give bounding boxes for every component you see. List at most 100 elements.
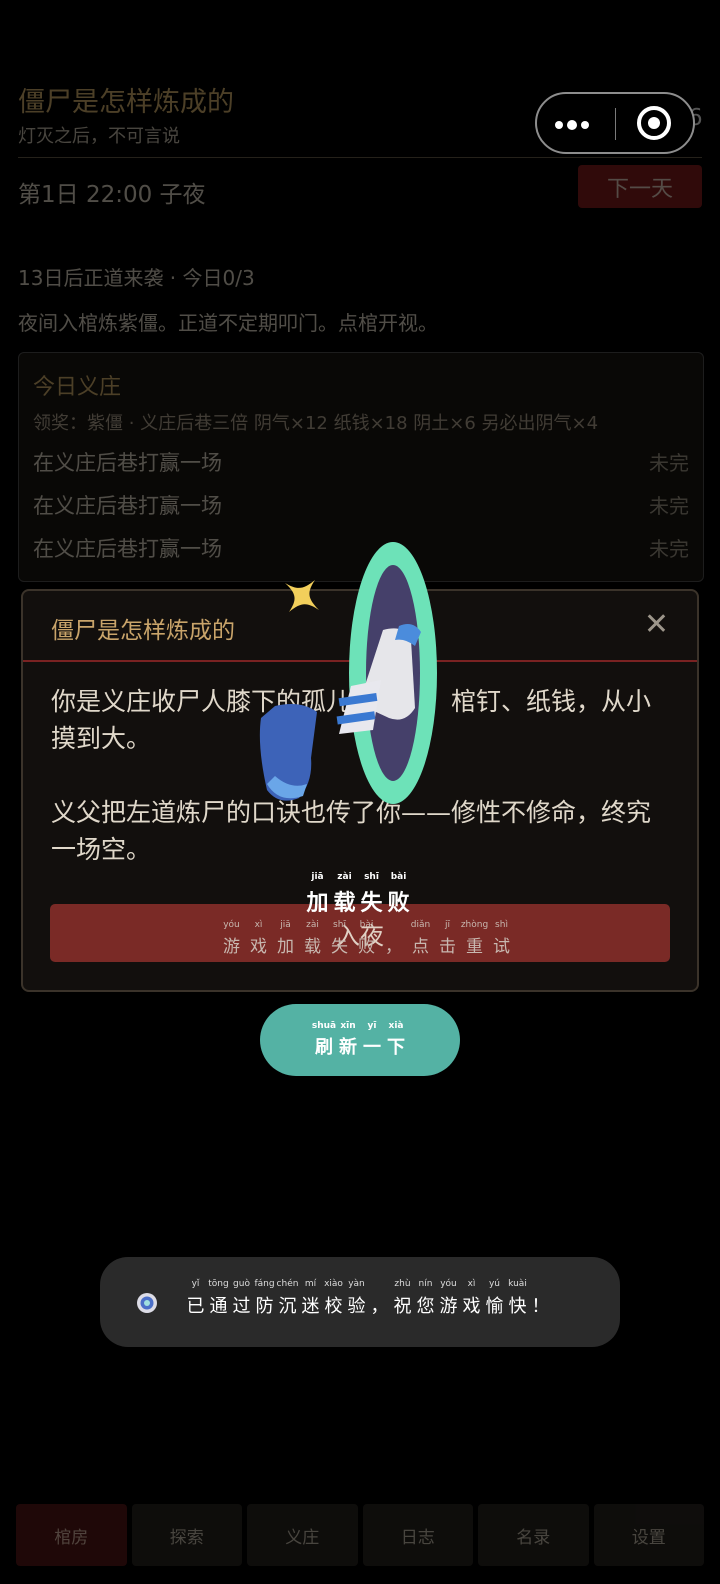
- pinyin: shī: [364, 872, 379, 882]
- hanzi: 过: [232, 1296, 251, 1317]
- pinyin: yóu: [440, 1279, 457, 1289]
- modal-title: 僵尸是怎样炼成的: [51, 618, 235, 644]
- ruby-char: xiào 校: [322, 1279, 345, 1318]
- hanzi: 加: [277, 937, 294, 957]
- ruby-char: shī 失: [326, 920, 353, 957]
- refresh-button-label: shuā 刷 xīn 新 yī 一 xià 下: [312, 1021, 408, 1059]
- load-failed-title: jiā 加 zài 载 shī 失 bài 败: [304, 872, 412, 917]
- hanzi: 新: [339, 1037, 357, 1058]
- hanzi: 重: [466, 937, 483, 957]
- nav-settings[interactable]: 设置: [593, 1504, 704, 1566]
- ruby-char: jiā 加: [272, 920, 299, 957]
- pinyin: guò: [233, 1279, 250, 1289]
- hanzi: 通: [209, 1296, 228, 1317]
- hanzi: ！: [531, 1296, 550, 1317]
- daily-reward: 领奖：紫僵 · 义庄后巷三倍 阴气×12 纸钱×18 阴土×6 另必出阴气×4: [33, 413, 599, 434]
- nav-mortuary[interactable]: 义庄: [247, 1504, 358, 1566]
- ruby-char: nín 您: [414, 1279, 437, 1318]
- capsule-divider: [615, 108, 616, 140]
- hanzi: ，: [370, 1296, 389, 1317]
- ruby-char: chén 沉: [276, 1279, 299, 1318]
- ruby-char: xīn 新: [336, 1021, 360, 1059]
- hanzi: 败: [387, 890, 410, 916]
- task-label: 在义庄后巷打赢一场: [33, 451, 222, 475]
- pinyin: yǐ: [191, 1279, 200, 1289]
- nav-coffin-room[interactable]: 棺房: [16, 1504, 127, 1566]
- refresh-button[interactable]: shuā 刷 xīn 新 yī 一 xià 下: [260, 1004, 460, 1076]
- ruby-char: guò 过: [230, 1279, 253, 1318]
- ruby-char: yī 一: [360, 1021, 384, 1059]
- hanzi: 已: [186, 1296, 205, 1317]
- pinyin: jiā: [280, 920, 291, 930]
- pinyin: zài: [306, 920, 319, 930]
- pinyin: yī: [367, 1021, 377, 1031]
- pinyin: xiào: [324, 1279, 343, 1289]
- hanzi: 快: [508, 1296, 527, 1317]
- ruby-char: yǐ 已: [184, 1279, 207, 1318]
- attack-warning: 13日后正道来袭 · 今日0/3: [18, 266, 255, 290]
- hanzi: 防: [255, 1296, 274, 1317]
- hanzi: 祝: [393, 1296, 412, 1317]
- ruby-char: diǎn 点: [407, 920, 434, 957]
- ruby-char: ！: [529, 1279, 552, 1318]
- load-failed-hint: yóu 游 xì 戏 jiā 加 zài 载 shī 失 bài 败， diǎn 点 jī 击 zhòng 重 sh…: [218, 920, 515, 957]
- pinyin: zhù: [394, 1279, 411, 1289]
- hanzi: 试: [493, 937, 510, 957]
- ruby-char: yóu 游: [218, 920, 245, 957]
- close-miniprogram-icon[interactable]: [637, 106, 671, 140]
- ruby-char: yú 愉: [483, 1279, 506, 1318]
- hanzi: 载: [304, 937, 321, 957]
- pinyin: mí: [304, 1279, 317, 1289]
- hanzi: 败: [358, 937, 375, 957]
- close-icon[interactable]: ✕: [644, 605, 669, 645]
- pinyin: zài: [337, 872, 352, 882]
- next-day-button[interactable]: 下一天: [578, 165, 702, 208]
- ruby-char: shì 试: [488, 920, 515, 957]
- game-subtitle: 灯灭之后，不可言说: [18, 126, 180, 147]
- nav-roster[interactable]: 名录: [478, 1504, 589, 1566]
- ruby-char: shuā 刷: [312, 1021, 336, 1059]
- ruby-char: zài 载: [299, 920, 326, 957]
- hanzi: 点: [412, 937, 429, 957]
- pinyin: xì: [254, 920, 263, 930]
- nav-log[interactable]: 日志: [362, 1504, 473, 1566]
- ruby-char: xì 戏: [245, 920, 272, 957]
- hanzi: 验: [347, 1296, 366, 1317]
- pinyin: nín: [418, 1279, 433, 1289]
- task-row[interactable]: 在义庄后巷打赢一场 未完: [33, 447, 689, 477]
- pinyin: fáng: [254, 1279, 275, 1289]
- pinyin: shì: [495, 920, 508, 930]
- hanzi: 失: [360, 890, 383, 916]
- ruby-char: xì 戏: [460, 1279, 483, 1318]
- ruby-char: mí 迷: [299, 1279, 322, 1318]
- more-menu-icon[interactable]: [555, 114, 615, 134]
- ruby-char: bài 败: [385, 872, 412, 917]
- ruby-char: jiā 加: [304, 872, 331, 917]
- task-row[interactable]: 在义庄后巷打赢一场 未完: [33, 490, 689, 520]
- ruby-char: jī 击: [434, 920, 461, 957]
- ruby-char: yóu 游: [437, 1279, 460, 1318]
- hanzi: 刷: [315, 1037, 333, 1058]
- ruby-char: fáng 防: [253, 1279, 276, 1318]
- pinyin: yóu: [223, 920, 240, 930]
- ruby-char: xià 下: [384, 1021, 408, 1059]
- ruby-char: bài 败: [353, 920, 380, 957]
- nav-explore[interactable]: 探索: [131, 1504, 242, 1566]
- day-time: 第1日 22:00 子夜: [18, 182, 206, 208]
- task-label: 在义庄后巷打赢一场: [33, 537, 222, 561]
- pinyin: bài: [359, 920, 374, 930]
- daily-task-title: 今日义庄: [33, 375, 122, 400]
- hanzi: 愉: [485, 1296, 504, 1317]
- ruby-char: ，: [380, 920, 407, 957]
- load-failed-illustration: [259, 542, 437, 804]
- pinyin: jiā: [311, 872, 324, 882]
- pinyin: kuài: [508, 1279, 527, 1289]
- pinyin: chén: [276, 1279, 299, 1289]
- hanzi: 戏: [462, 1296, 481, 1317]
- task-status: 未完: [649, 537, 689, 561]
- hanzi: ，: [385, 937, 402, 957]
- ruby-char: zhòng 重: [461, 920, 488, 957]
- pinyin: yú: [488, 1279, 501, 1289]
- hanzi: 一: [363, 1037, 381, 1058]
- night-description: 夜间入棺炼紫僵。正道不定期叩门。点棺开视。: [18, 311, 438, 335]
